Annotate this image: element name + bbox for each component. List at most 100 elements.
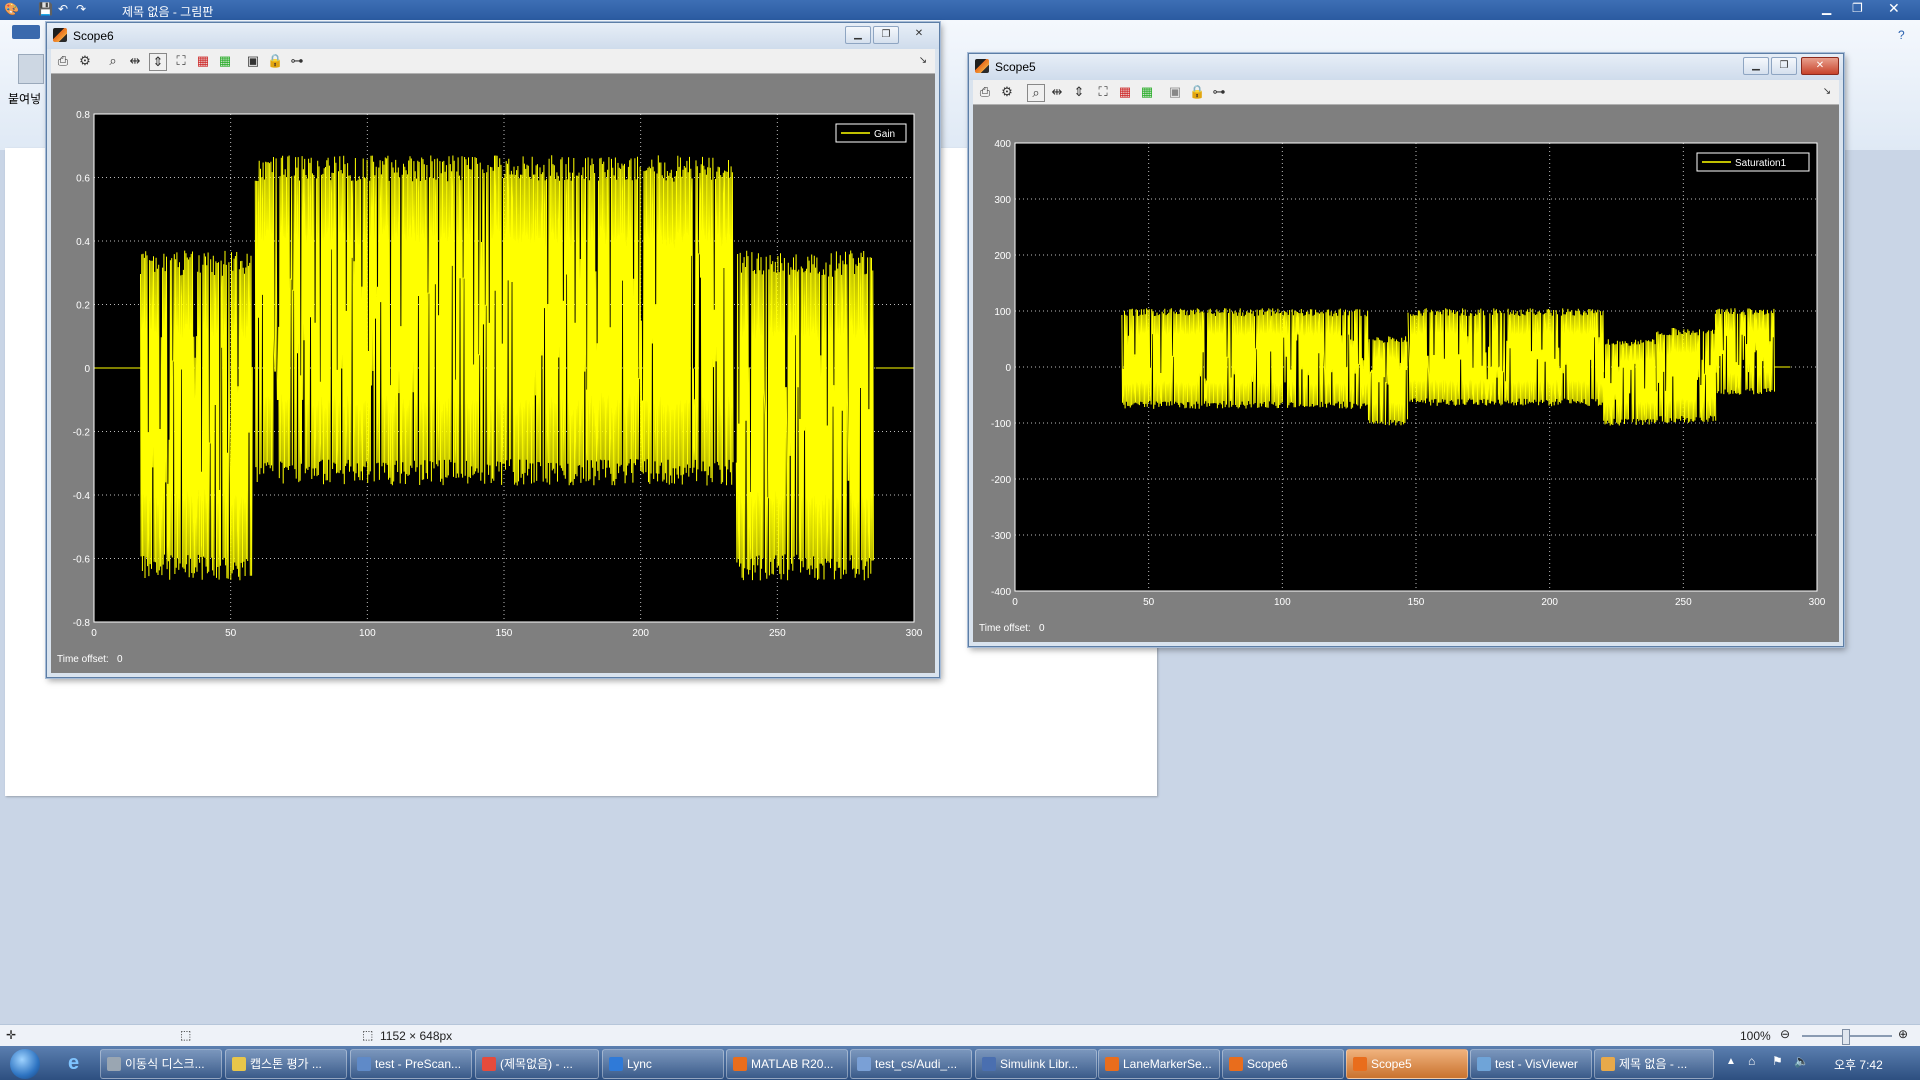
maximize-button[interactable]: ❐ (873, 26, 899, 44)
y-tick-label: -0.2 (73, 428, 91, 439)
x-tick-label: 150 (496, 628, 513, 639)
close-icon[interactable]: ✕ (1888, 0, 1900, 17)
zoom-out-button[interactable]: ⊖ (1780, 1027, 1790, 1041)
taskbar-item-label: test - PreScan... (375, 1057, 462, 1071)
restore-icon[interactable]: ❐ (1852, 1, 1863, 15)
x-tick-label: 300 (1809, 597, 1826, 608)
minimize-icon[interactable]: ▁ (1822, 1, 1831, 15)
clipboard-icon[interactable] (18, 54, 44, 84)
zoom-level: 100% (1740, 1029, 1771, 1043)
taskbar-item-label: MATLAB R20... (751, 1057, 834, 1071)
taskbar-item[interactable]: Simulink Libr... (975, 1049, 1097, 1079)
time-offset: Time offset: 0 (979, 623, 1045, 634)
y-tick-label: 0.8 (76, 110, 90, 121)
taskbar-item[interactable]: test - VisViewer (1470, 1049, 1592, 1079)
windows-logo-icon (10, 1049, 40, 1079)
parameters-icon[interactable]: ⚙ (999, 84, 1015, 100)
cursor-position-icon: ✛ (6, 1028, 17, 1042)
clock[interactable]: 오후 7:42 (1834, 1056, 1883, 1073)
zoom-x-icon[interactable]: ⇹ (1049, 84, 1065, 100)
taskbar-item-label: (제목없음) - ... (500, 1057, 573, 1071)
paint-title-bar: 🎨 💾 ↶ ↷ 제목 없음 - 그림판 ▁ ❐ ✕ (0, 0, 1920, 20)
signal-selection-icon[interactable]: ⊶ (289, 53, 305, 69)
volume-icon[interactable]: 🔈 (1794, 1054, 1809, 1068)
y-tick-label: -0.6 (73, 555, 91, 566)
zoom-y-icon[interactable]: ⇕ (149, 53, 167, 71)
help-icon[interactable]: ? (1898, 28, 1905, 42)
start-button[interactable] (2, 1047, 50, 1079)
taskbar-item-label: test_cs/Audi_... (875, 1057, 958, 1071)
app-icon (482, 1057, 496, 1071)
taskbar-item[interactable]: (제목없음) - ... (475, 1049, 599, 1079)
toolbar-menu-icon[interactable]: ↘ (915, 53, 931, 69)
network-icon[interactable]: ⌂ (1748, 1054, 1755, 1068)
zoom-y-icon[interactable]: ⇕ (1071, 84, 1087, 100)
app-icon (232, 1057, 246, 1071)
lock-icon[interactable]: 🔒 (1189, 84, 1205, 100)
x-tick-label: 200 (632, 628, 649, 639)
taskbar-item[interactable]: MATLAB R20... (726, 1049, 848, 1079)
action-center-icon[interactable]: ⚑ (1772, 1054, 1783, 1068)
taskbar-item[interactable]: LaneMarkerSe... (1098, 1049, 1220, 1079)
paint-app-icon[interactable]: 🎨 (4, 2, 19, 16)
paste-label[interactable]: 붙여넣 (8, 90, 41, 107)
scope5-plot-area: 0 50 100 150 200 250 300 400 300 200 100 0 -100 -200 -… (973, 105, 1839, 642)
app-icon (1353, 1057, 1367, 1071)
save-axes-icon[interactable]: ▦ (195, 53, 211, 69)
signal-selection-icon[interactable]: ⊶ (1211, 84, 1227, 100)
maximize-button[interactable]: ❐ (1771, 57, 1797, 75)
zoom-icon[interactable]: ⌕ (105, 53, 121, 69)
paint-menu-button[interactable] (12, 25, 40, 39)
app-icon (609, 1057, 623, 1071)
minimize-button[interactable]: ▁ (845, 26, 871, 44)
taskbar-item[interactable]: 캡스톤 평가 ... (225, 1049, 347, 1079)
save-icon[interactable]: 💾 (38, 2, 53, 16)
y-tick-label: 200 (994, 251, 1011, 262)
toolbar-menu-icon[interactable]: ↘ (1819, 84, 1835, 100)
zoom-in-button[interactable]: ⊕ (1898, 1027, 1908, 1041)
scope5-title-bar[interactable]: Scope5 ▁ ❐ ✕ (969, 54, 1843, 80)
taskbar-item[interactable]: Lync (602, 1049, 724, 1079)
print-icon[interactable]: ⎙ (977, 84, 993, 100)
autoscale-icon[interactable]: ⛶ (1095, 84, 1111, 100)
floating-scope-icon[interactable]: ▣ (245, 53, 261, 69)
taskbar-item-label: Lync (627, 1057, 652, 1071)
zoom-icon[interactable]: ⌕ (1027, 84, 1045, 102)
parameters-icon[interactable]: ⚙ (77, 53, 93, 69)
taskbar-item-label: LaneMarkerSe... (1123, 1057, 1212, 1071)
taskbar-item[interactable]: Scope5 (1346, 1049, 1468, 1079)
scope6-title-bar[interactable]: Scope6 ▁ ❐ ✕ (47, 23, 939, 49)
print-icon[interactable]: ⎙ (55, 53, 71, 69)
time-offset-value: 0 (117, 654, 123, 665)
taskbar-item[interactable]: 제목 없음 - ... (1594, 1049, 1714, 1079)
y-tick-label: -0.4 (73, 491, 91, 502)
save-axes-icon[interactable]: ▦ (1117, 84, 1133, 100)
x-tick-label: 0 (1012, 597, 1018, 608)
zoom-slider-thumb[interactable] (1842, 1029, 1850, 1045)
undo-icon[interactable]: ↶ (58, 2, 68, 16)
close-button[interactable]: ✕ (903, 26, 935, 42)
taskbar-item[interactable]: test_cs/Audi_... (850, 1049, 972, 1079)
zoom-x-icon[interactable]: ⇹ (127, 53, 143, 69)
close-button[interactable]: ✕ (1801, 57, 1839, 75)
taskbar-item[interactable]: Scope6 (1222, 1049, 1344, 1079)
y-tick-label: -300 (991, 531, 1011, 542)
minimize-button[interactable]: ▁ (1743, 57, 1769, 75)
lock-icon[interactable]: 🔒 (267, 53, 283, 69)
floating-scope-icon[interactable]: ▣ (1167, 84, 1183, 100)
restore-axes-icon[interactable]: ▦ (217, 53, 233, 69)
autoscale-icon[interactable]: ⛶ (173, 53, 189, 69)
paint-status-bar: ✛ ⬚ ⬚ 1152 × 648px 100% ⊖ ⊕ (0, 1024, 1920, 1047)
taskbar-item[interactable]: test - PreScan... (350, 1049, 472, 1079)
scope6-plot-area: 0 50 100 150 200 250 300 0.8 0.6 0.4 0.2 0 -0.2 -0.4 -… (51, 74, 935, 673)
scope6-chart: 0 50 100 150 200 250 300 0.8 0.6 0.4 0.2 0 -0.2 -0.4 -… (73, 110, 923, 639)
taskbar-item-label: 캡스톤 평가 ... (250, 1057, 322, 1071)
show-hidden-icons[interactable]: ▲ (1726, 1056, 1736, 1067)
taskbar-item[interactable]: 이동식 디스크... (100, 1049, 222, 1079)
y-tick-label: 0 (1005, 363, 1011, 374)
redo-icon[interactable]: ↷ (76, 2, 86, 16)
internet-explorer-icon[interactable]: e (68, 1052, 79, 1075)
app-icon (107, 1057, 121, 1071)
taskbar-item-label: 이동식 디스크... (125, 1057, 205, 1071)
restore-axes-icon[interactable]: ▦ (1139, 84, 1155, 100)
